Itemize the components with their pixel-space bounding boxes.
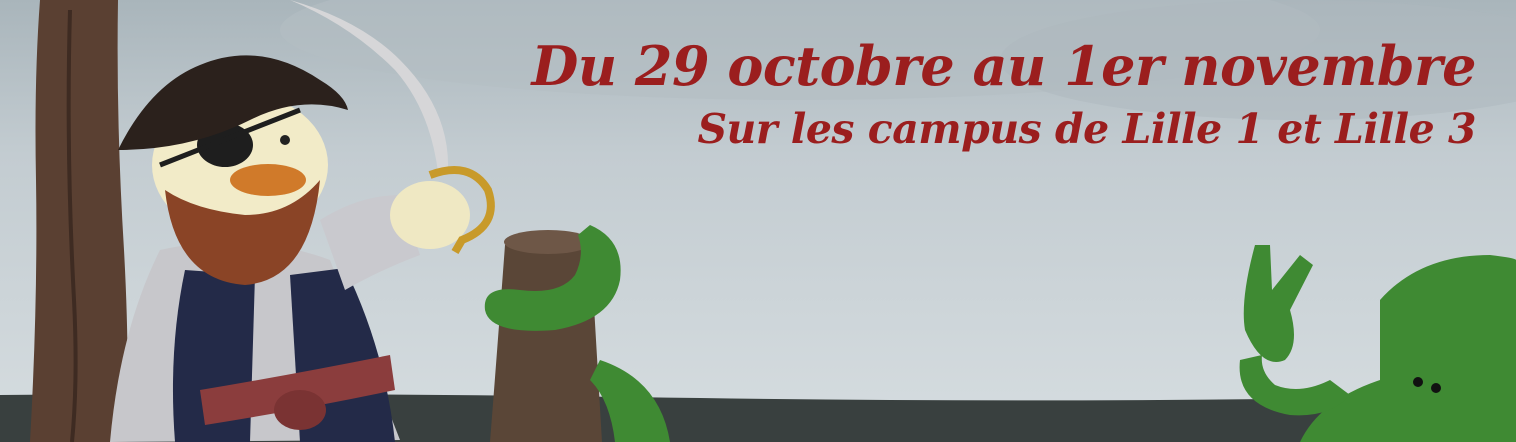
- octopus-eye: [1431, 383, 1441, 393]
- event-headline: Du 29 octobre au 1er novembre Sur les ca…: [531, 30, 1476, 156]
- pirate-beak: [230, 164, 306, 196]
- event-location: Sur les campus de Lille 1 et Lille 3: [697, 105, 1476, 153]
- post-top: [504, 230, 592, 254]
- event-banner: Du 29 octobre au 1er novembre Sur les ca…: [0, 0, 1516, 442]
- pirate-sash-knot: [274, 390, 326, 430]
- octopus-eye: [1413, 377, 1423, 387]
- pirate-hand: [390, 181, 470, 249]
- event-dates: Du 29 octobre au 1er novembre: [531, 34, 1476, 98]
- pirate-eye: [280, 135, 290, 145]
- tree-trunk: [30, 0, 128, 442]
